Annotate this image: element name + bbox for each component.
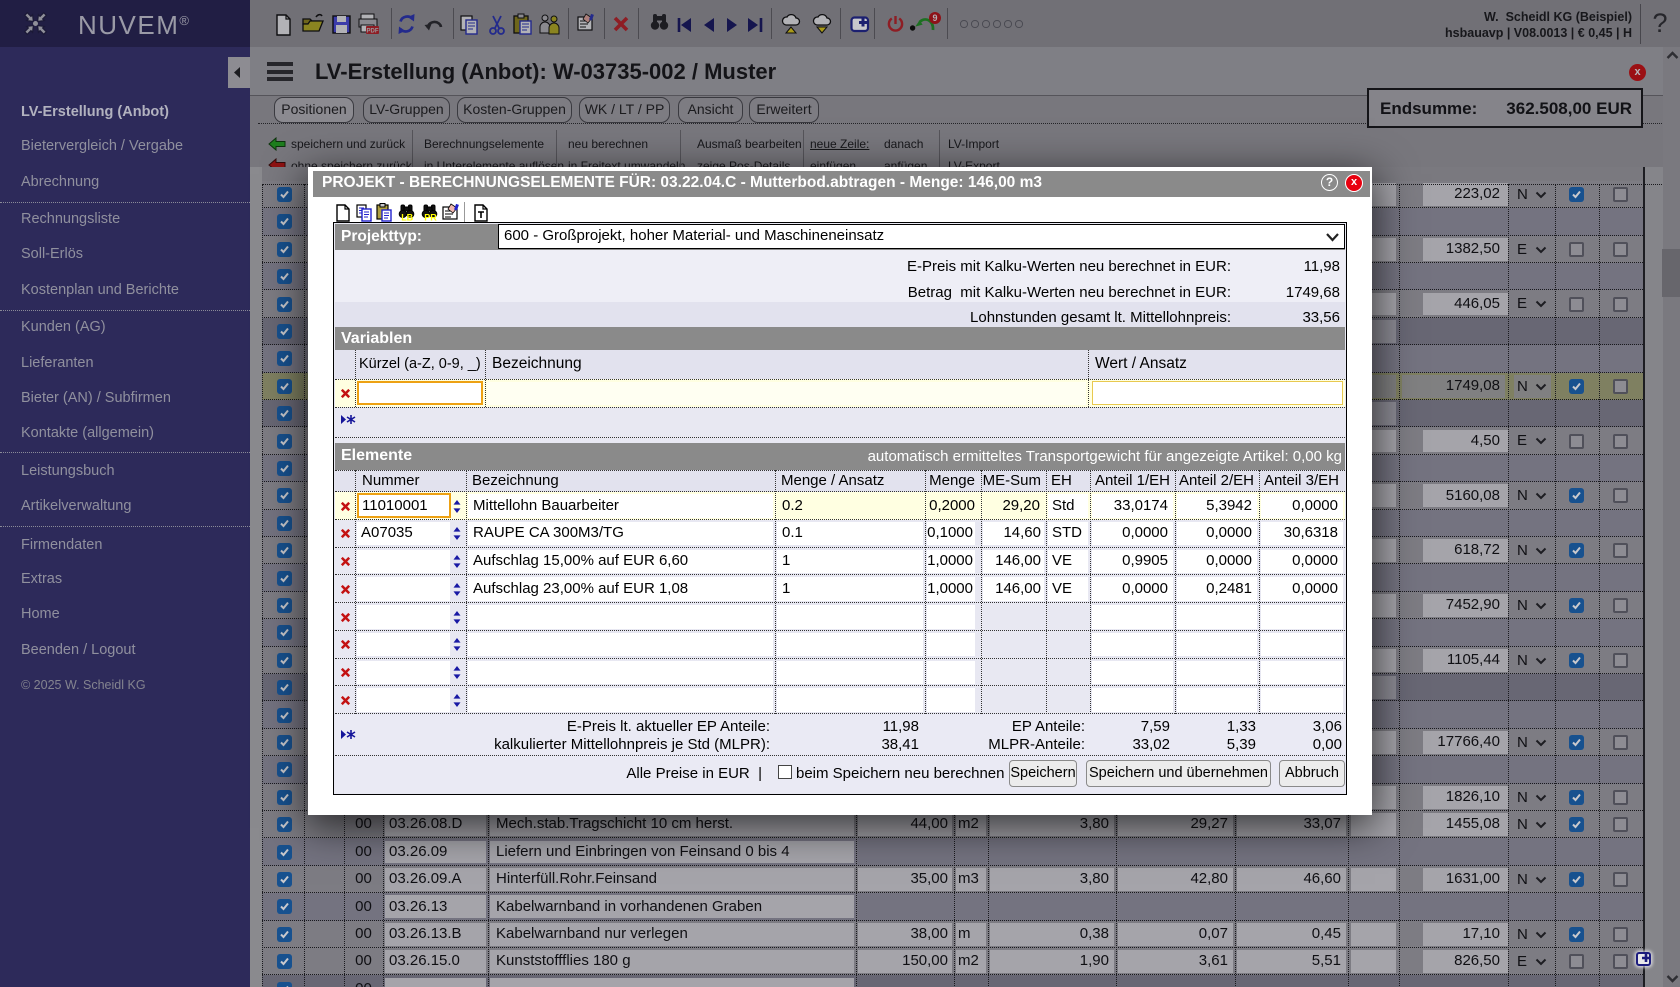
svg-text:PR: PR [424, 213, 437, 222]
svg-text:PDF: PDF [367, 29, 379, 35]
svg-text:LB: LB [401, 213, 413, 222]
